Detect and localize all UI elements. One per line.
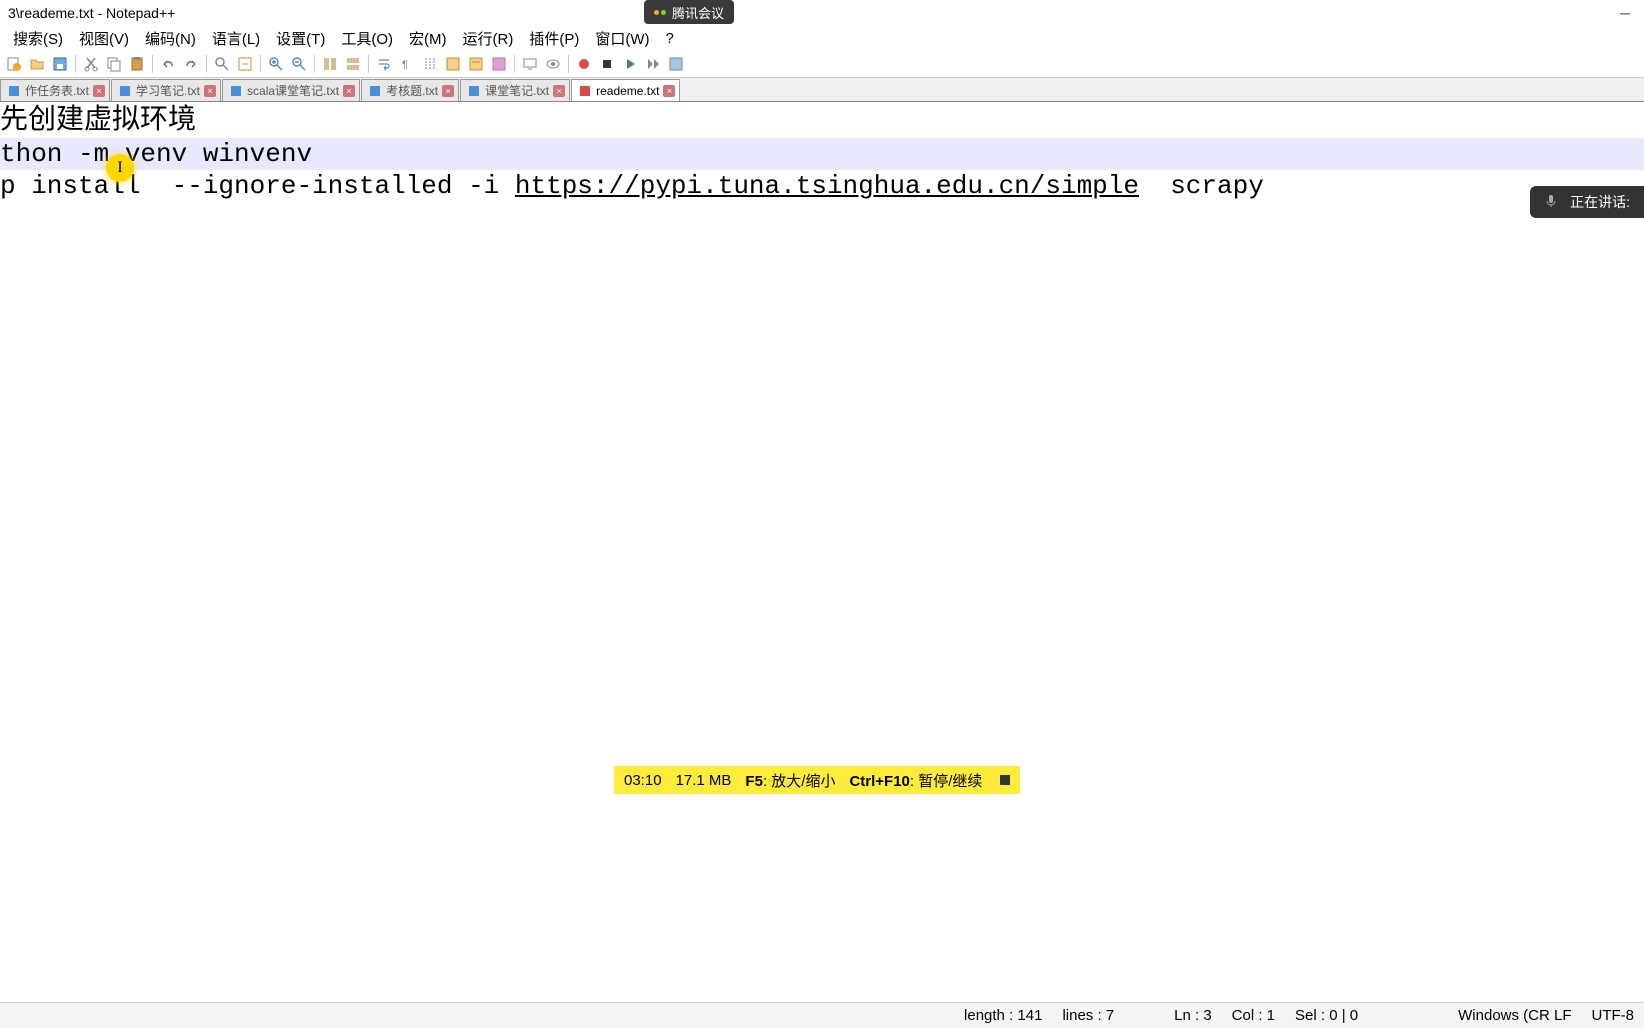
statusbar: length : 141 lines : 7 Ln : 3 Col : 1 Se… [0,1002,1644,1028]
tab-scala-notes[interactable]: scala课堂笔记.txt × [222,79,360,101]
save-macro-icon[interactable] [666,54,686,74]
microphone-icon [1544,194,1560,210]
editor-line-current: thon -m venv winvenv [0,138,1644,170]
redo-icon[interactable] [181,54,201,74]
close-icon[interactable]: × [553,85,565,97]
video-time: 03:10 [624,772,662,789]
tab-label: 课堂笔记.txt [485,82,549,99]
monitor-icon[interactable] [520,54,540,74]
tab-exam[interactable]: 考核题.txt × [361,79,459,101]
menu-window[interactable]: 窗口(W) [588,26,656,51]
video-control-bar: 03:10 17.1 MB F5: 放大/缩小 Ctrl+F10: 暂停/继续 [614,766,1020,794]
folder-icon[interactable] [466,54,486,74]
open-file-icon[interactable] [27,54,47,74]
tab-readme[interactable]: reademe.txt × [571,79,680,101]
stop-icon[interactable] [597,54,617,74]
menu-search[interactable]: 搜索(S) [6,26,70,51]
menu-plugins[interactable]: 插件(P) [522,26,586,51]
file-icon [368,84,382,98]
titlebar: 3\reademe.txt - Notepad++ 腾讯会议 ─ [0,0,1644,26]
window-controls: ─ [1616,4,1634,22]
menubar: 搜索(S) 视图(V) 编码(N) 语言(L) 设置(T) 工具(O) 宏(M)… [0,26,1644,50]
speaking-label: 正在讲话: [1570,192,1630,212]
file-icon [229,84,243,98]
tab-label: 考核题.txt [386,82,438,99]
save-icon[interactable] [50,54,70,74]
menu-settings[interactable]: 设置(T) [269,26,332,51]
zoom-out-icon[interactable] [289,54,309,74]
menu-encoding[interactable]: 编码(N) [138,26,203,51]
close-icon[interactable]: × [204,85,216,97]
eye-icon[interactable] [543,54,563,74]
paste-icon[interactable] [127,54,147,74]
status-eol: Windows (CR LF [1458,1007,1571,1024]
replace-icon[interactable] [235,54,255,74]
status-length: length : 141 [964,1007,1042,1024]
video-memory: 17.1 MB [676,772,732,789]
sync-h-icon[interactable] [343,54,363,74]
menu-macro[interactable]: 宏(M) [402,26,454,51]
tab-label: 学习笔记.txt [136,82,200,99]
tab-class-notes[interactable]: 课堂笔记.txt × [460,79,570,101]
playback-icon[interactable] [643,54,663,74]
menu-language[interactable]: 语言(L) [205,26,267,51]
undo-icon[interactable] [158,54,178,74]
video-hotkey-pause: Ctrl+F10: 暂停/继续 [849,770,982,791]
speaking-overlay: 正在讲话: [1530,186,1644,218]
function-list-icon[interactable] [443,54,463,74]
status-ln: Ln : 3 [1174,1007,1212,1024]
status-lines: lines : 7 [1062,1007,1114,1024]
editor-area[interactable]: 先创建虚拟环境 thon -m venv winvenv p install -… [0,102,1644,844]
stop-icon[interactable] [1000,775,1010,785]
meeting-badge-text: 腾讯会议 [672,3,724,22]
url-link[interactable]: https://pypi.tuna.tsinghua.edu.cn/simple [515,171,1139,201]
tab-study-notes[interactable]: 学习笔记.txt × [111,79,221,101]
cursor-highlight-icon: I [106,154,134,182]
file-icon [578,84,592,98]
tab-label: reademe.txt [596,84,659,98]
cut-icon[interactable] [81,54,101,74]
indent-guide-icon[interactable] [420,54,440,74]
status-sel: Sel : 0 | 0 [1295,1007,1358,1024]
copy-icon[interactable] [104,54,124,74]
play-icon[interactable] [620,54,640,74]
tab-label: scala课堂笔记.txt [247,82,339,99]
toolbar: ¶ [0,50,1644,78]
signal-icon [654,10,666,15]
zoom-in-icon[interactable] [266,54,286,74]
doc-map-icon[interactable] [489,54,509,74]
close-icon[interactable]: × [343,85,355,97]
file-icon [7,84,21,98]
meeting-badge[interactable]: 腾讯会议 [644,0,734,24]
video-hotkey-zoom: F5: 放大/缩小 [745,770,835,791]
editor-line: 先创建虚拟环境 [0,102,1644,138]
file-icon [118,84,132,98]
show-all-chars-icon[interactable]: ¶ [397,54,417,74]
find-icon[interactable] [212,54,232,74]
close-icon[interactable]: × [442,85,454,97]
tab-work-tasks[interactable]: 作任务表.txt × [0,79,110,101]
tabbar: 作任务表.txt × 学习笔记.txt × scala课堂笔记.txt × 考核… [0,78,1644,102]
menu-run[interactable]: 运行(R) [456,26,521,51]
file-icon [467,84,481,98]
status-col: Col : 1 [1232,1007,1275,1024]
close-icon[interactable]: × [663,85,675,97]
sync-v-icon[interactable] [320,54,340,74]
menu-view[interactable]: 视图(V) [72,26,136,51]
status-encoding: UTF-8 [1592,1007,1635,1024]
editor-line: p install --ignore-installed -i https://… [0,170,1644,202]
menu-tools[interactable]: 工具(O) [334,26,400,51]
svg-text:¶: ¶ [402,59,408,71]
close-icon[interactable]: × [93,85,105,97]
menu-help[interactable]: ? [658,28,680,49]
window-title: 3\reademe.txt - Notepad++ [8,5,175,21]
minimize-button[interactable]: ─ [1616,4,1634,22]
wordwrap-icon[interactable] [374,54,394,74]
tab-label: 作任务表.txt [25,82,89,99]
record-icon[interactable] [574,54,594,74]
new-file-icon[interactable] [4,54,24,74]
